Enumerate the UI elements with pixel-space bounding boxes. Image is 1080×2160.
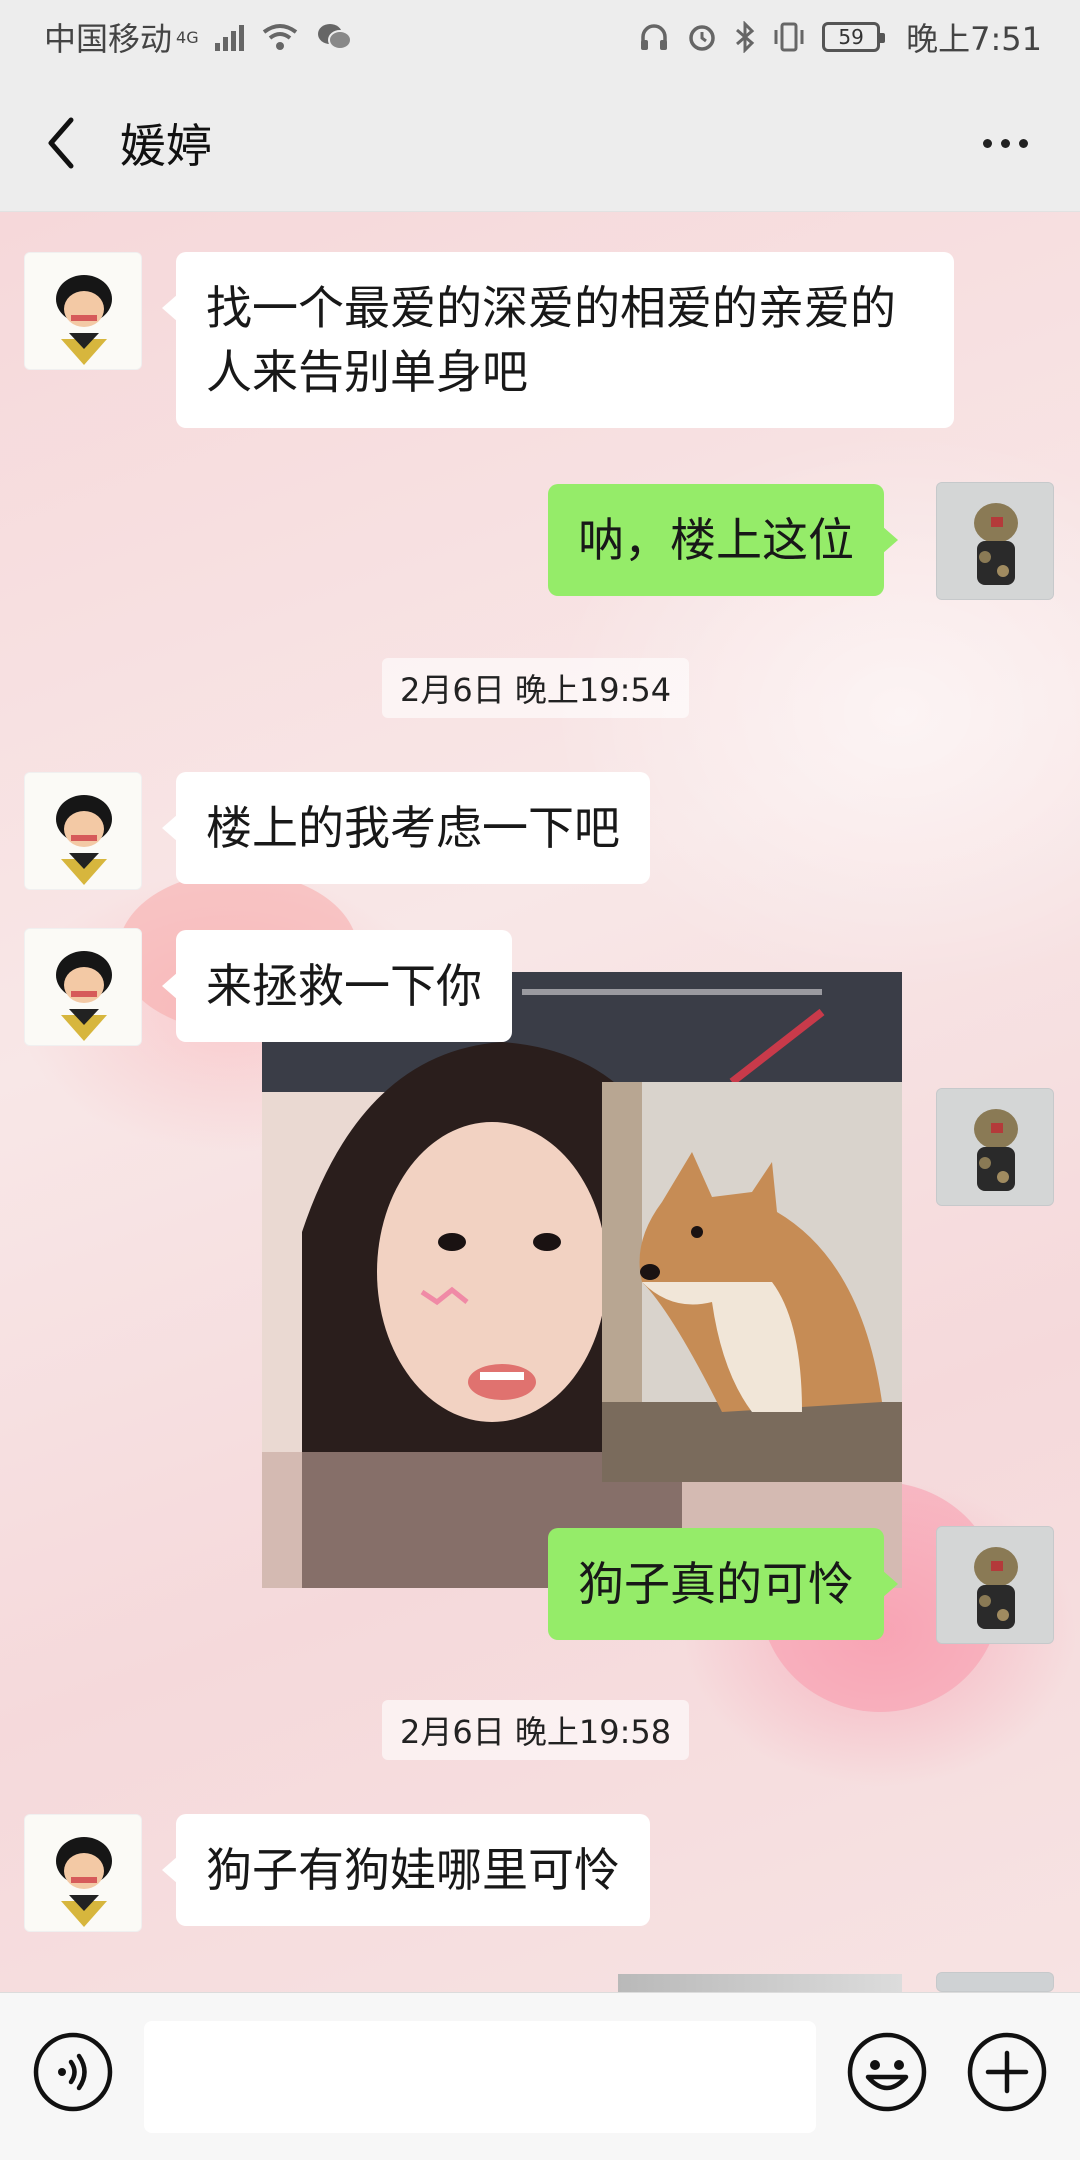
more-functions-button[interactable] — [966, 2031, 1048, 2113]
status-bar-left: 中国移动 4G — [44, 14, 352, 60]
my-avatar[interactable] — [936, 482, 1054, 600]
message-bubble-incoming[interactable]: 找一个最爱的深爱的相爱的亲爱的人来告别单身吧 — [162, 252, 954, 428]
chat-area[interactable]: 找一个最爱的深爱的相爱的亲爱的人来告别单身吧 呐，楼上这位 2月6日 晚上19:… — [0, 212, 1080, 1992]
voice-button[interactable] — [32, 2031, 114, 2113]
input-bar — [0, 1992, 1080, 2160]
alarm-icon — [686, 17, 718, 57]
more-button[interactable] — [970, 108, 1040, 178]
partial-image-message[interactable] — [618, 1974, 902, 1992]
image-message[interactable] — [262, 972, 902, 1588]
signal-icon — [214, 23, 244, 51]
chat-title: 媛婷 — [120, 118, 212, 173]
message-bubble-incoming[interactable]: 来拯救一下你 — [162, 930, 512, 1042]
plus-icon — [967, 2032, 1047, 2112]
message-bubble-outgoing[interactable]: 呐，楼上这位 — [548, 484, 898, 596]
message-input[interactable] — [144, 2021, 816, 2133]
bluetooth-icon — [734, 17, 756, 57]
status-bar-right: 59 晚上7:51 — [638, 14, 1042, 60]
contact-avatar[interactable] — [24, 1814, 142, 1932]
emoji-button[interactable] — [846, 2031, 928, 2113]
battery-icon: 59 — [822, 22, 886, 52]
my-avatar[interactable] — [936, 1526, 1054, 1644]
status-time: 晚上7:51 — [906, 20, 1042, 58]
my-avatar[interactable] — [936, 1972, 1054, 1992]
message-bubble-outgoing[interactable]: 狗子真的可怜 — [548, 1528, 898, 1640]
shiba-dog-photo — [602, 1082, 902, 1482]
emoji-icon — [847, 2032, 927, 2112]
status-bar: 中国移动 4G 59 晚上7:51 — [0, 0, 1080, 74]
message-bubble-incoming[interactable]: 狗子有狗娃哪里可怜 — [162, 1814, 650, 1926]
wechat-icon — [316, 17, 352, 57]
voice-icon — [33, 2032, 113, 2112]
network-type: 4G — [176, 28, 199, 47]
message-timestamp: 2月6日 晚上19:54 — [382, 658, 690, 718]
message-bubble-incoming[interactable]: 楼上的我考虑一下吧 — [162, 772, 650, 884]
message-timestamp: 2月6日 晚上19:58 — [382, 1700, 690, 1760]
wifi-icon — [260, 17, 300, 57]
contact-avatar[interactable] — [24, 252, 142, 370]
back-button[interactable] — [0, 74, 120, 212]
more-dots-icon — [982, 138, 992, 148]
headphone-icon — [638, 17, 670, 57]
contact-avatar[interactable] — [24, 772, 142, 890]
my-avatar[interactable] — [936, 1088, 1054, 1206]
vibrate-icon — [772, 17, 806, 57]
carrier-name: 中国移动 — [44, 20, 173, 58]
chevron-left-icon — [48, 117, 74, 168]
chat-header: 媛婷 — [0, 74, 1080, 212]
contact-avatar[interactable] — [24, 928, 142, 1046]
